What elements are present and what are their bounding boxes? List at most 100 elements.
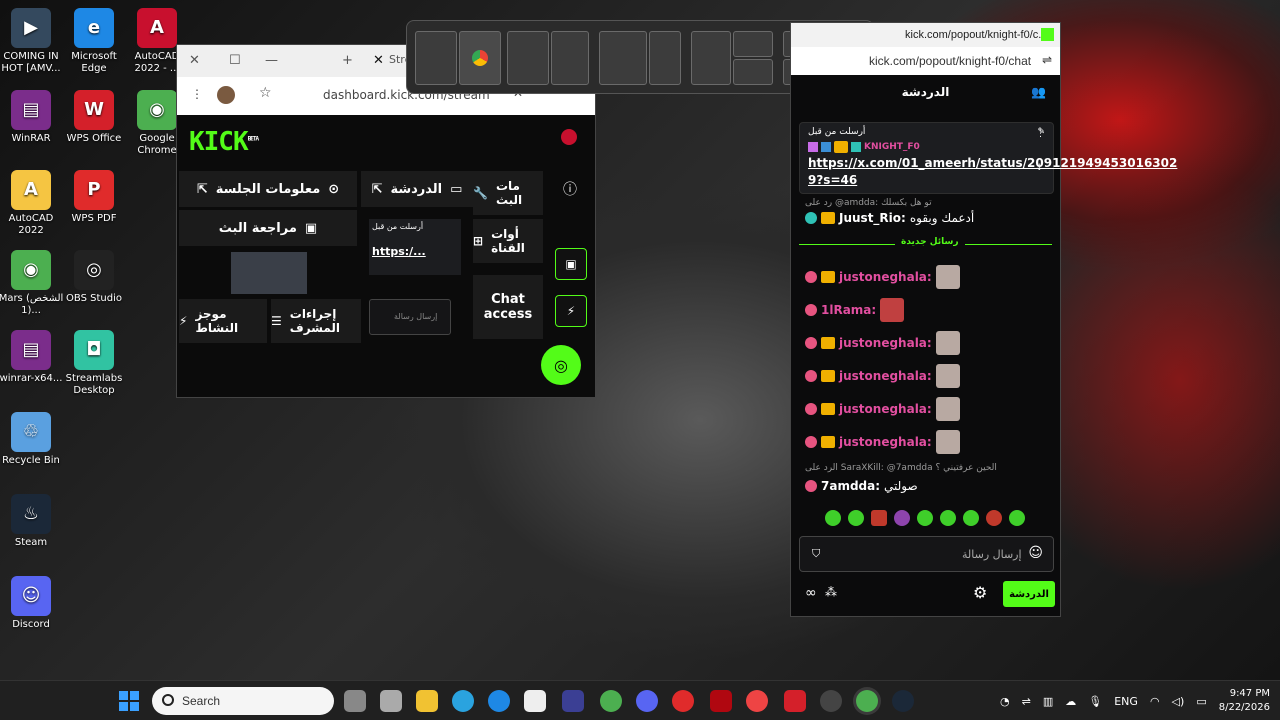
- mini-chat-input[interactable]: إرسال رسالة: [369, 299, 451, 335]
- pinned-author[interactable]: KNIGHT_F0: [864, 142, 920, 152]
- chat-address-bar[interactable]: kick.com/popout/knight-f0/chat ⇌: [791, 47, 1060, 75]
- close-tab-icon[interactable]: ✕: [189, 53, 200, 68]
- file-explorer-icon[interactable]: [416, 690, 438, 712]
- chat-username[interactable]: justoneghala:: [839, 402, 932, 416]
- start-button[interactable]: [119, 691, 139, 711]
- snap-layout-3-left[interactable]: [599, 31, 647, 85]
- chat-message[interactable]: justoneghala:: [805, 394, 1050, 424]
- expand-icon-2[interactable]: ⇱: [372, 182, 383, 197]
- chat-url-text[interactable]: kick.com/popout/knight-f0/chat: [869, 54, 1031, 68]
- desktop-icon[interactable]: ♨ Steam: [0, 494, 66, 549]
- profile-avatar[interactable]: [217, 86, 235, 104]
- tray-app-icon[interactable]: ◔: [1000, 695, 1010, 708]
- chat-username[interactable]: justoneghala:: [839, 435, 932, 449]
- stream-preview-thumbnail[interactable]: [231, 252, 307, 294]
- chrome-icon[interactable]: [600, 690, 622, 712]
- edge-icon[interactable]: [488, 690, 510, 712]
- chat-send-button[interactable]: الدردشة: [1003, 581, 1055, 607]
- site-settings-icon[interactable]: ⇌: [1042, 53, 1052, 67]
- wps-icon[interactable]: [784, 690, 806, 712]
- emote-icon[interactable]: [940, 510, 956, 526]
- desktop-icon[interactable]: ◘ Streamlabs Desktop: [59, 330, 129, 397]
- desktop-icon[interactable]: ▤ winrar-x64...: [0, 330, 66, 385]
- chat-username[interactable]: justoneghala:: [839, 369, 932, 383]
- app-icon[interactable]: [562, 690, 584, 712]
- color-app-icon[interactable]: [746, 690, 768, 712]
- chat-popout-window[interactable]: kick.com/popout/knight-f0/c... kick.com/…: [790, 22, 1177, 617]
- language-indicator[interactable]: ENG: [1114, 695, 1138, 708]
- snap-layout-2-left[interactable]: [507, 31, 549, 85]
- emote-icon[interactable]: [917, 510, 933, 526]
- gear-icon[interactable]: ⚙: [973, 583, 987, 602]
- taskbar-search[interactable]: Search: [152, 687, 334, 715]
- mini-pinned-message[interactable]: أرسلت من قبل https:/...: [369, 219, 461, 275]
- desktop-icon[interactable]: ☺ Discord: [0, 576, 66, 631]
- snap-layout-4-top[interactable]: [733, 31, 773, 57]
- snap-layout-3-right[interactable]: [649, 31, 681, 85]
- desktop-icon[interactable]: W WPS Office: [59, 90, 129, 145]
- stream-review-panel[interactable]: مراجعة البث ▣: [179, 210, 357, 246]
- messaging-icon[interactable]: [636, 690, 658, 712]
- chat-username[interactable]: 1lRama:: [821, 303, 876, 317]
- wifi-icon[interactable]: ◠: [1150, 695, 1160, 708]
- desktop-icon[interactable]: ◉ Mars (الشخص 1)...: [0, 250, 66, 317]
- sidebar-bolt-button[interactable]: ⚡: [555, 295, 587, 327]
- chat-message[interactable]: justoneghala:: [805, 262, 1050, 292]
- emote-icon[interactable]: [871, 510, 887, 526]
- snap-layout-right-chrome[interactable]: [459, 31, 501, 85]
- info-icon[interactable]: ⓘ: [563, 179, 577, 199]
- clock[interactable]: 9:47 PM 8/22/2026: [1219, 687, 1270, 715]
- share-icon[interactable]: ⁂: [825, 585, 837, 599]
- chat-input[interactable]: ⛉ إرسال رسالة ☺: [799, 536, 1054, 572]
- chat-username[interactable]: justoneghala:: [839, 270, 932, 284]
- emote-icon[interactable]: [963, 510, 979, 526]
- support-headset-button[interactable]: ◎: [541, 345, 581, 385]
- snap-layout-4-bottom[interactable]: [733, 59, 773, 85]
- infinity-icon[interactable]: ∞: [805, 585, 817, 601]
- obs-icon[interactable]: [820, 690, 842, 712]
- netflix-icon[interactable]: [710, 690, 732, 712]
- minimize-icon[interactable]: —: [265, 53, 278, 68]
- snap-layout-2-right[interactable]: [551, 31, 589, 85]
- stream-settings-panel[interactable]: 🔧 مات البث: [473, 171, 543, 215]
- store-icon[interactable]: [524, 690, 546, 712]
- pinned-link[interactable]: https://x.com/01_ameerh/status/209121949…: [808, 155, 1177, 189]
- session-info-panel[interactable]: ⇱ معلومات الجلسة ⊙: [179, 171, 357, 207]
- mod-actions-panel[interactable]: ☰ إجراءات المشرف: [271, 299, 361, 343]
- emote-icon[interactable]: [894, 510, 910, 526]
- mini-pinned-link[interactable]: https:/...: [372, 245, 458, 258]
- pinned-message[interactable]: أرسلت من قبل ✎ KNIGHT_F0 https://x.com/0…: [799, 122, 1177, 194]
- chat-message[interactable]: justoneghala:: [805, 427, 1050, 457]
- activity-summary-panel[interactable]: ⚡ موجز النشاط: [179, 299, 267, 343]
- chat-message[interactable]: justoneghala:: [805, 361, 1050, 391]
- chat-window-titlebar[interactable]: kick.com/popout/knight-f0/c...: [791, 23, 1060, 47]
- users-icon[interactable]: 👥: [1031, 85, 1046, 99]
- maximize-icon[interactable]: ☐: [229, 53, 241, 68]
- desktop-icon[interactable]: ▶ COMING IN HOT [AMV...: [0, 8, 66, 75]
- snap-layout-left[interactable]: [415, 31, 457, 85]
- desktop-icon[interactable]: A AutoCAD 2022: [0, 170, 66, 237]
- chat-message[interactable]: Juust_Rio: أدعمك وبقوه: [805, 203, 1050, 233]
- chat-message[interactable]: 7amdda: صولتي: [805, 471, 1050, 501]
- steam-icon[interactable]: [892, 690, 914, 712]
- tab-close-x[interactable]: ✕: [373, 53, 384, 68]
- emote-icon[interactable]: [1009, 510, 1025, 526]
- emote-icon[interactable]: [825, 510, 841, 526]
- chat-username[interactable]: justoneghala:: [839, 336, 932, 350]
- widgets-icon[interactable]: [380, 690, 402, 712]
- dashboard-browser-window[interactable]: ✕ ☐ — + ✕ Strea ⋮ ☆ dashboard.kick.com/s…: [176, 44, 596, 398]
- pdf-icon[interactable]: [672, 690, 694, 712]
- chat-message[interactable]: 1lRama:: [805, 295, 1050, 325]
- chat-panel-header[interactable]: ⇱ الدردشة ▭: [361, 171, 473, 207]
- collapse-icon[interactable]: ↓: [1035, 163, 1043, 173]
- chat-message[interactable]: justoneghala:: [805, 328, 1050, 358]
- sidebar-preview-button[interactable]: ▣: [555, 248, 587, 280]
- microphone-icon[interactable]: 🎙: [1088, 695, 1102, 708]
- desktop-icon[interactable]: P WPS PDF: [59, 170, 129, 225]
- menu-dots-icon[interactable]: ⋮: [191, 87, 203, 101]
- more-options-icon[interactable]: ⋮: [1036, 129, 1045, 139]
- expand-icon[interactable]: ⇱: [197, 182, 208, 197]
- task-view-icon[interactable]: [344, 690, 366, 712]
- desktop-icon[interactable]: ♲ Recycle Bin: [0, 412, 66, 467]
- emoji-icon[interactable]: ☺: [1028, 545, 1043, 561]
